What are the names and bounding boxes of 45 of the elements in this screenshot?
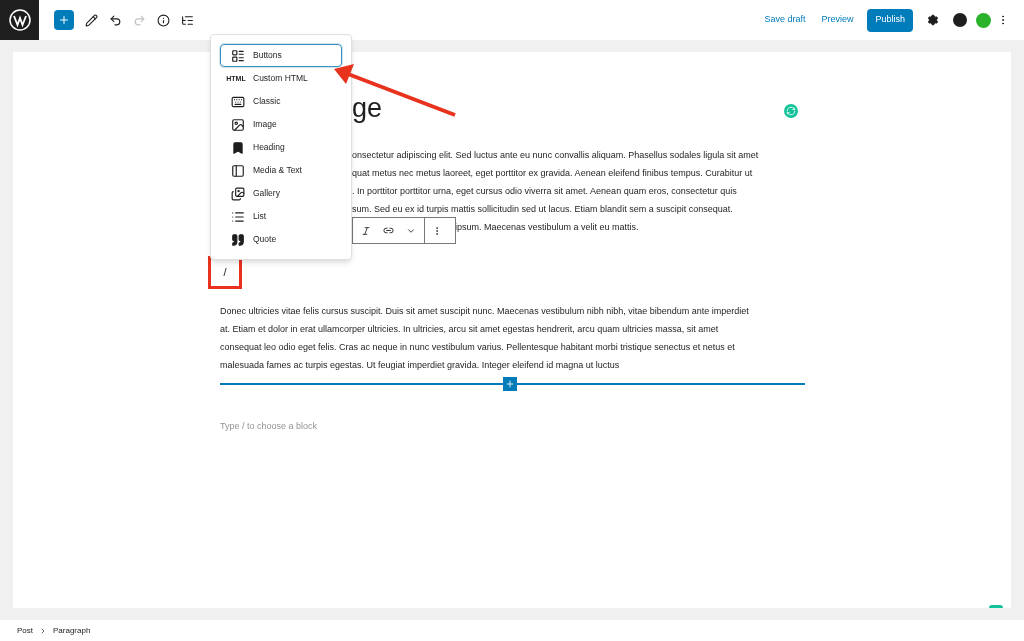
plugin-icon[interactable] <box>953 13 967 27</box>
bookmark-icon <box>231 140 245 155</box>
paragraph-text[interactable]: . In porttitor porttitor urna, eget cursus odio viverra sit amet. Aenean quam eros, consectetur quis <box>352 186 737 196</box>
header-link[interactable]: Save draft <box>756 13 814 27</box>
outline-icon[interactable] <box>181 13 194 27</box>
paragraph-text[interactable]: onsectetur adipiscing elit. Sed luctus ante eu nunc convallis aliquam. Phasellus sodales ligula sit amet <box>352 150 759 160</box>
paragraph-text[interactable]: quat metus nec metus laoreet, eget porttitor ex gravida. Aenean eleifend finibus tempus. Curabitur ut <box>352 168 753 178</box>
settings-icon[interactable] <box>927 14 939 26</box>
block-menu-item[interactable]: Classic <box>220 90 342 113</box>
post-title[interactable]: ge <box>352 94 383 122</box>
slash-input[interactable]: / <box>223 263 227 281</box>
paragraph-text[interactable]: at. Etiam et dolor in erat ullamcorper ultricies. In ultricies, arcu sit amet egestas hendrerit, arcu quam ultricies massa, sit amet <box>220 320 805 338</box>
paragraph-text[interactable]: sum. Sed eu ex id turpis mattis sollicitudin sed ut lacus. Etiam blandit sem a suscipit consequat. <box>352 204 733 214</box>
block-menu-item[interactable]: Image <box>220 113 342 136</box>
media-text-icon <box>231 163 245 178</box>
block-menu-item[interactable]: Gallery <box>220 182 342 205</box>
block-menu-item[interactable]: Buttons <box>220 44 342 67</box>
keyboard-icon <box>231 94 245 109</box>
breadcrumb-link[interactable]: Post <box>17 624 33 637</box>
info-icon[interactable] <box>157 13 170 27</box>
paragraph-text[interactable]: Donec ultricies vitae felis cursus suscipit. Duis sit amet suscipit nunc. Maecenas vestibulum nibh nibh, vitae bibendum ante imperdiet <box>220 302 805 320</box>
header-link[interactable]: Preview <box>813 13 862 27</box>
quote-icon <box>231 232 245 247</box>
gallery-icon <box>231 186 245 201</box>
list-icon <box>231 209 245 224</box>
edit-tool-icon[interactable] <box>85 13 98 27</box>
italic-icon[interactable] <box>361 225 371 236</box>
block-menu-item[interactable]: Media & Text <box>220 159 342 182</box>
paragraph-text[interactable]: ipsum. Maecenas vestibulum a velit eu mattis. <box>455 222 639 232</box>
wordpress-logo[interactable] <box>0 0 39 40</box>
paragraph-text[interactable]: malesuada fames ac turpis egestas. Ut feugiat imperdiet gravida. Integer eleifend id magna ut luctus <box>220 356 805 374</box>
add-block-button[interactable] <box>54 10 74 30</box>
undo-icon[interactable] <box>109 13 122 27</box>
buttons-icon <box>231 48 245 63</box>
chevron-right-icon <box>39 626 47 635</box>
plus-icon <box>505 379 515 389</box>
image-icon <box>231 117 245 132</box>
block-menu-item[interactable]: Heading <box>220 136 342 159</box>
publish-button[interactable]: Publish <box>867 8 913 32</box>
paragraph-text[interactable]: consequat leo odio eget felis. Cras ac neque in nunc vestibulum varius. Pellentesque habitant morbi tristique senectus et netus et <box>220 338 805 356</box>
breadcrumb-link[interactable]: Paragraph <box>53 624 91 637</box>
block-menu-item[interactable]: Quote <box>220 228 342 251</box>
plus-icon <box>58 14 70 26</box>
link-icon[interactable] <box>383 225 394 236</box>
block-menu-item[interactable]: List <box>220 205 342 228</box>
